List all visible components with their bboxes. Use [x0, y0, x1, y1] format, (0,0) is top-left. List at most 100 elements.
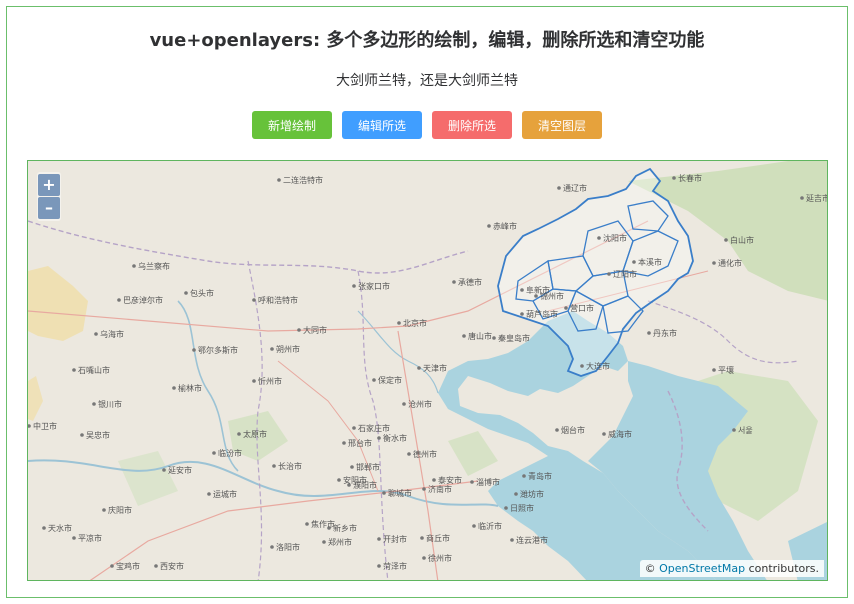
- place-marker: [237, 432, 241, 436]
- place-marker: [192, 348, 196, 352]
- zoom-in-button[interactable]: +: [38, 174, 60, 196]
- place-label: 潍坊市: [520, 489, 544, 499]
- delete-selected-button[interactable]: 删除所选: [432, 111, 512, 139]
- place-label: 鄂尔多斯市: [198, 345, 238, 355]
- place-marker: [397, 321, 401, 325]
- attribution-suffix: contributors.: [748, 562, 819, 575]
- place-label: 连云港市: [516, 535, 548, 545]
- place-marker: [252, 379, 256, 383]
- place-label: 朔州市: [276, 344, 300, 354]
- clear-layer-button[interactable]: 清空图层: [522, 111, 602, 139]
- place-marker: [487, 224, 491, 228]
- new-draw-button[interactable]: 新增绘制: [252, 111, 332, 139]
- place-marker: [432, 478, 436, 482]
- map-viewport[interactable]: 二连浩特市 乌兰察布 呼和浩特市 包头市 巴彦淖尔市 乌海市 鄂尔多斯市 大同市 张家口市 北京市…: [27, 160, 828, 581]
- place-marker: [102, 508, 106, 512]
- place-marker: [564, 306, 568, 310]
- edit-selected-button[interactable]: 编辑所选: [342, 111, 422, 139]
- place-marker: [712, 261, 716, 265]
- place-marker: [377, 436, 381, 440]
- toolbar: 新增绘制 编辑所选 删除所选 清空图层: [0, 111, 854, 139]
- place-label: 大连市: [586, 361, 610, 371]
- place-marker: [377, 537, 381, 541]
- place-marker: [270, 347, 274, 351]
- zoom-out-button[interactable]: –: [38, 197, 60, 219]
- place-label: 通化市: [718, 258, 742, 268]
- place-label: 洛阳市: [276, 542, 300, 552]
- place-marker: [800, 196, 804, 200]
- openstreetmap-link[interactable]: OpenStreetMap: [659, 562, 745, 575]
- place-marker: [514, 492, 518, 496]
- place-marker: [350, 465, 354, 469]
- place-marker: [272, 464, 276, 468]
- place-marker: [422, 487, 426, 491]
- place-label: 济南市: [428, 484, 452, 494]
- place-label: 银川市: [98, 399, 122, 409]
- place-marker: [602, 432, 606, 436]
- place-marker: [632, 260, 636, 264]
- place-label: 营口市: [570, 303, 594, 313]
- place-label: 通辽市: [563, 183, 587, 193]
- place-label: 平凉市: [78, 533, 102, 543]
- place-label: 二连浩特市: [283, 175, 323, 185]
- place-marker: [372, 378, 376, 382]
- place-label: 泰安市: [438, 475, 462, 485]
- page-title: vue+openlayers: 多个多边形的绘制，编辑，删除所选和清空功能: [149, 30, 705, 51]
- place-label: 长春市: [678, 173, 702, 183]
- place-label: 淄博市: [476, 477, 500, 487]
- place-label: 包头市: [190, 288, 214, 298]
- place-label: 临沂市: [478, 521, 502, 531]
- place-label: 辽阳市: [613, 269, 637, 279]
- place-marker: [417, 366, 421, 370]
- place-label: 新乡市: [333, 523, 357, 533]
- place-marker: [94, 332, 98, 336]
- place-label: 庆阳市: [108, 505, 132, 515]
- place-label: 沈阳市: [603, 233, 627, 243]
- place-marker: [297, 328, 301, 332]
- place-label: 烟台市: [561, 425, 585, 435]
- place-marker: [672, 176, 676, 180]
- place-marker: [712, 368, 716, 372]
- place-marker: [597, 236, 601, 240]
- zoom-control: + –: [37, 172, 61, 221]
- place-label: 张家口市: [358, 281, 390, 291]
- place-marker: [162, 468, 166, 472]
- place-label: 서울: [738, 426, 753, 435]
- place-label: 白山市: [730, 235, 754, 245]
- place-marker: [72, 368, 76, 372]
- place-marker: [382, 491, 386, 495]
- place-marker: [154, 564, 158, 568]
- place-marker: [92, 402, 96, 406]
- place-label: 商丘市: [426, 533, 450, 543]
- place-label: 呼和浩特市: [258, 295, 298, 305]
- place-label: 运城市: [213, 489, 237, 499]
- place-marker: [420, 536, 424, 540]
- place-label: 焦作市: [311, 519, 335, 529]
- place-label: 乌兰察布: [138, 261, 170, 271]
- place-marker: [555, 428, 559, 432]
- place-label: 丹东市: [653, 328, 677, 338]
- place-marker: [337, 478, 341, 482]
- place-marker: [607, 272, 611, 276]
- place-label: 威海市: [608, 429, 632, 439]
- place-label: 乌海市: [100, 329, 124, 339]
- page-subtitle: 大剑师兰特，还是大剑师兰特: [336, 73, 518, 89]
- place-label: 长治市: [278, 461, 302, 471]
- place-label: 郑州市: [328, 537, 352, 547]
- place-label: 天水市: [48, 523, 72, 533]
- place-marker: [407, 452, 411, 456]
- place-label: 菏泽市: [383, 561, 407, 571]
- place-marker: [305, 522, 309, 526]
- place-marker: [207, 492, 211, 496]
- place-label: 青岛市: [528, 471, 552, 481]
- map-canvas[interactable]: 二连浩特市乌兰察布呼和浩特市 包头市巴彦淖尔市乌海市鄂尔多斯市 大同市 张家口市北京市…: [28, 161, 828, 581]
- place-marker: [42, 526, 46, 530]
- place-label: 天津市: [423, 363, 447, 373]
- place-label: 巴彦淖尔市: [123, 295, 163, 305]
- place-label: 衡水市: [383, 433, 407, 443]
- place-label: 邢台市: [348, 438, 372, 448]
- place-label: 西安市: [160, 561, 184, 571]
- place-label: 徐州市: [428, 553, 452, 563]
- place-marker: [347, 483, 351, 487]
- place-label: 邯郸市: [356, 462, 380, 472]
